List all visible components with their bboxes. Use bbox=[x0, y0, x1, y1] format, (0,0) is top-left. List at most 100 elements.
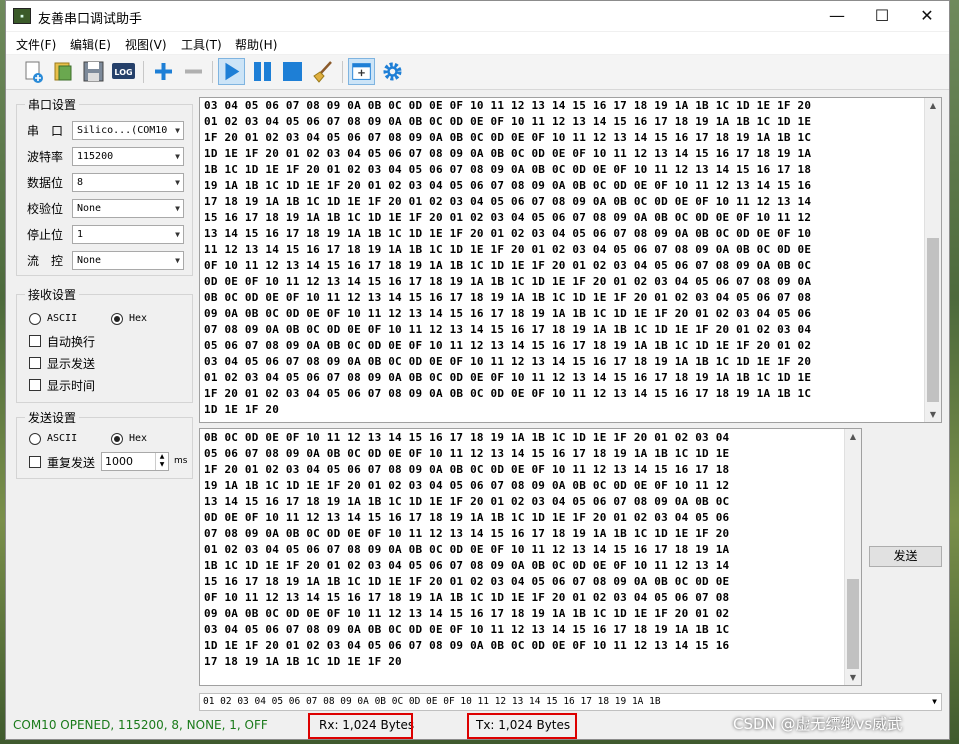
repeat-send-label: 重复发送 bbox=[47, 456, 96, 470]
flowctrl-select[interactable]: None ▼ bbox=[72, 251, 184, 270]
rx-ascii-label: ASCII bbox=[47, 313, 78, 324]
scroll-down-icon[interactable]: ▼ bbox=[845, 673, 861, 682]
flowctrl-label: 流 控 bbox=[27, 254, 64, 268]
new-window-icon[interactable] bbox=[348, 58, 375, 85]
tx-hex-label: Hex bbox=[129, 433, 148, 444]
auto-wrap-checkbox[interactable] bbox=[29, 335, 41, 347]
scroll-up-icon[interactable]: ▲ bbox=[845, 432, 861, 441]
send-textarea[interactable]: 0B 0C 0D 0E 0F 10 11 12 13 14 15 16 17 1… bbox=[199, 428, 862, 686]
menu-tools[interactable]: 工具(T) bbox=[181, 36, 222, 53]
send-history-value: 01 02 03 04 05 06 07 08 09 0A 0B 0C 0D 0… bbox=[203, 696, 661, 707]
watermark: CSDN @虚无缥缈vs威武 bbox=[733, 715, 903, 733]
title-bar: ▪ 友善串口调试助手 — ☐ ✕ bbox=[6, 1, 949, 31]
menu-help[interactable]: 帮助(H) bbox=[235, 36, 277, 53]
toolbar-separator bbox=[143, 61, 144, 83]
menu-file[interactable]: 文件(F) bbox=[16, 36, 56, 53]
databits-value: 8 bbox=[77, 177, 84, 188]
toolbar-separator bbox=[212, 61, 213, 83]
repeat-interval-input[interactable]: 1000 ▲ ▼ bbox=[101, 452, 169, 471]
scrollbar-thumb[interactable] bbox=[927, 238, 939, 402]
chevron-down-icon: ▼ bbox=[175, 256, 180, 265]
chevron-down-icon: ▼ bbox=[175, 126, 180, 135]
port-select[interactable]: Silico...(COM10 ▼ bbox=[72, 121, 184, 140]
new-icon[interactable] bbox=[20, 58, 47, 85]
tx-hex-radio[interactable] bbox=[111, 433, 123, 445]
repeat-interval-value: 1000 bbox=[105, 455, 133, 468]
tx-ascii-label: ASCII bbox=[47, 433, 78, 444]
serial-settings-title: 串口设置 bbox=[25, 96, 80, 113]
send-settings-title: 发送设置 bbox=[25, 409, 80, 426]
tx-highlight bbox=[467, 713, 577, 739]
scrollbar-thumb[interactable] bbox=[847, 579, 859, 669]
baud-value: 115200 bbox=[77, 151, 114, 162]
auto-wrap-label: 自动换行 bbox=[47, 335, 96, 349]
receive-settings-group: 接收设置 ASCII Hex 自动换行 显示发送 显示时间 bbox=[16, 286, 193, 403]
add-icon[interactable] bbox=[150, 58, 177, 85]
rx-highlight bbox=[308, 713, 413, 739]
chevron-down-icon[interactable]: ▼ bbox=[932, 694, 937, 710]
send-text: 0B 0C 0D 0E 0F 10 11 12 13 14 15 16 17 1… bbox=[204, 431, 730, 668]
send-scrollbar[interactable]: ▲ ▼ bbox=[844, 429, 861, 685]
databits-select[interactable]: 8 ▼ bbox=[72, 173, 184, 192]
toolbar: LOG bbox=[6, 55, 949, 90]
app-window: ▪ 友善串口调试助手 — ☐ ✕ 文件(F) 编辑(E) 视图(V) 工具(T)… bbox=[5, 0, 950, 740]
window-title: 友善串口调试助手 bbox=[38, 12, 143, 27]
send-settings-group: 发送设置 ASCII Hex 重复发送 1000 ▲ ▼ ms bbox=[16, 409, 193, 479]
parity-label: 校验位 bbox=[27, 202, 64, 216]
chevron-down-icon: ▼ bbox=[175, 230, 180, 239]
rx-ascii-radio[interactable] bbox=[29, 313, 41, 325]
send-history-combo[interactable]: 01 02 03 04 05 06 07 08 09 0A 0B 0C 0D 0… bbox=[199, 693, 942, 711]
scroll-down-icon[interactable]: ▼ bbox=[925, 410, 941, 419]
chevron-down-icon: ▼ bbox=[175, 204, 180, 213]
save-icon[interactable] bbox=[80, 58, 107, 85]
interval-stepper[interactable]: ▲ ▼ bbox=[155, 453, 168, 470]
tx-ascii-radio[interactable] bbox=[29, 433, 41, 445]
close-button[interactable]: ✕ bbox=[904, 1, 949, 31]
port-value: Silico...(COM10 bbox=[77, 125, 168, 136]
maximize-button[interactable]: ☐ bbox=[859, 1, 905, 31]
pause-icon[interactable] bbox=[249, 58, 276, 85]
stopbits-label: 停止位 bbox=[27, 228, 64, 242]
interval-unit: ms bbox=[174, 456, 188, 466]
parity-select[interactable]: None ▼ bbox=[72, 199, 184, 218]
chevron-down-icon: ▼ bbox=[175, 178, 180, 187]
open-icon[interactable] bbox=[50, 58, 77, 85]
databits-label: 数据位 bbox=[27, 176, 64, 190]
repeat-send-checkbox[interactable] bbox=[29, 456, 41, 468]
receive-settings-title: 接收设置 bbox=[25, 286, 80, 303]
show-time-checkbox[interactable] bbox=[29, 379, 41, 391]
log-icon[interactable]: LOG bbox=[110, 58, 137, 85]
menu-bar: 文件(F) 编辑(E) 视图(V) 工具(T) 帮助(H) bbox=[6, 32, 949, 54]
chevron-down-icon: ▼ bbox=[175, 152, 180, 161]
rx-hex-label: Hex bbox=[129, 313, 148, 324]
baud-select[interactable]: 115200 ▼ bbox=[72, 147, 184, 166]
menu-view[interactable]: 视图(V) bbox=[125, 36, 167, 53]
serial-settings-group: 串口设置 串 口 Silico...(COM10 ▼ 波特率 115200 ▼ 数据… bbox=[16, 96, 193, 276]
show-send-checkbox[interactable] bbox=[29, 357, 41, 369]
flowctrl-value: None bbox=[77, 255, 102, 266]
stop-icon[interactable] bbox=[279, 58, 306, 85]
receive-text: 03 04 05 06 07 08 09 0A 0B 0C 0D 0E 0F 1… bbox=[204, 99, 812, 416]
remove-icon[interactable] bbox=[180, 58, 207, 85]
menu-edit[interactable]: 编辑(E) bbox=[70, 36, 111, 53]
receive-textarea[interactable]: 03 04 05 06 07 08 09 0A 0B 0C 0D 0E 0F 1… bbox=[199, 97, 942, 423]
toolbar-separator bbox=[342, 61, 343, 83]
stopbits-value: 1 bbox=[77, 229, 84, 240]
parity-value: None bbox=[77, 203, 102, 214]
stopbits-select[interactable]: 1 ▼ bbox=[72, 225, 184, 244]
send-button[interactable]: 发送 bbox=[869, 546, 942, 567]
minimize-button[interactable]: — bbox=[814, 1, 860, 31]
show-time-label: 显示时间 bbox=[47, 379, 96, 393]
rx-hex-radio[interactable] bbox=[111, 313, 123, 325]
settings-icon[interactable] bbox=[379, 58, 406, 85]
receive-scrollbar[interactable]: ▲ ▼ bbox=[924, 98, 941, 422]
scroll-up-icon[interactable]: ▲ bbox=[925, 101, 941, 110]
app-icon: ▪ bbox=[13, 8, 31, 24]
clear-icon[interactable] bbox=[309, 58, 336, 85]
log-label: LOG bbox=[114, 68, 132, 77]
play-icon[interactable] bbox=[218, 58, 245, 85]
port-status: COM10 OPENED, 115200, 8, NONE, 1, OFF bbox=[13, 718, 268, 732]
baud-label: 波特率 bbox=[27, 150, 64, 164]
port-label: 串 口 bbox=[27, 124, 64, 138]
show-send-label: 显示发送 bbox=[47, 357, 96, 371]
